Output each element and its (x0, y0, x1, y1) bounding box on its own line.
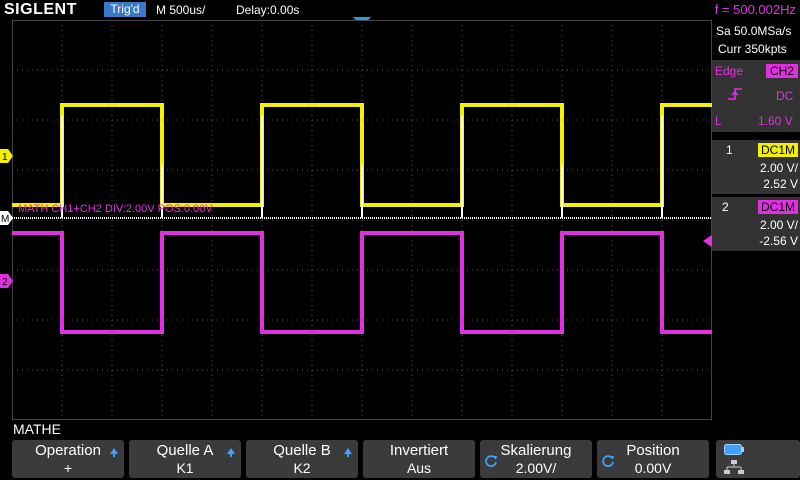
invert-label: Invertiert (389, 442, 449, 459)
sample-rate-readout: Sa 50.0MSa/s (716, 24, 792, 38)
source-a-value: K1 (176, 460, 194, 476)
ch1-marker-label: 1 (2, 152, 8, 163)
trigger-type: Edge (715, 64, 744, 78)
source-a-label: Quelle A (156, 442, 214, 459)
info-side-panel: Sa 50.0MSa/s Curr 350kpts Edge CH2 DC L … (712, 20, 800, 438)
scale-label: Skalierung (500, 442, 572, 459)
scale-value: 2.00V/ (515, 460, 557, 476)
operation-label: Operation (35, 442, 101, 459)
invert-button[interactable]: Invertiert Aus (363, 440, 475, 478)
battery-icon (724, 444, 744, 455)
trigger-mode: L (715, 114, 722, 128)
ch1-level-marker[interactable]: 1 (0, 149, 14, 163)
ch1-info-block[interactable]: 1 DC1M 2.00 V/ 2.52 V (712, 140, 800, 194)
scale-button[interactable]: Skalierung 2.00V/ (480, 440, 592, 478)
ch2-index: 2 (722, 200, 729, 214)
ch1-offset: 2.52 V (763, 177, 798, 191)
position-value: 0.00V (634, 460, 672, 476)
ch2-scale: 2.00 V/ (759, 218, 798, 232)
position-label: Position (626, 442, 680, 459)
operation-value: + (63, 460, 73, 476)
ch1-coupling-badge: DC1M (758, 143, 798, 157)
source-a-button[interactable]: Quelle A K1 (129, 440, 241, 478)
memory-depth-readout: Curr 350kpts (718, 42, 787, 56)
ch2-level-marker[interactable]: 2 (0, 274, 14, 288)
source-b-button[interactable]: Quelle B K2 (246, 440, 358, 478)
operation-button[interactable]: Operation + (12, 440, 124, 478)
waveform-grid: MATH CH1+CH2 DIV:2.00V POS:0.00V (11, 19, 713, 421)
math-info-label: MATH CH1+CH2 DIV:2.00V POS:0.00V (18, 203, 213, 215)
position-button[interactable]: Position 0.00V (597, 440, 709, 478)
arrow-up-icon (110, 448, 118, 457)
ch1-index: 1 (726, 143, 733, 157)
network-icon (724, 460, 744, 474)
math-level-marker[interactable]: M (0, 211, 14, 225)
ch2-info-block[interactable]: 2 DC1M 2.00 V/ -2.56 V (712, 197, 800, 251)
trigger-level: 1.60 V (758, 114, 793, 128)
ch1-scale: 2.00 V/ (759, 161, 798, 175)
source-b-label: Quelle B (273, 442, 331, 459)
frequency-readout: f = 500.002Hz (714, 2, 796, 17)
delay-readout: Delay:0.00s (236, 3, 300, 17)
waveform-display[interactable]: MATH CH1+CH2 DIV:2.00V POS:0.00V (11, 19, 713, 421)
menu-title: MATHE (13, 421, 61, 437)
trigger-source-badge: CH2 (766, 64, 798, 78)
arrow-up-icon (227, 448, 235, 457)
source-b-value: K2 (293, 460, 311, 476)
rising-edge-icon (728, 88, 742, 100)
ch2-marker-label: 2 (2, 277, 8, 288)
trigger-status-badge: Trig'd (104, 2, 146, 17)
trigger-info-block[interactable]: Edge CH2 DC L 1.60 V (712, 60, 800, 132)
math-marker-label: M (1, 214, 9, 225)
invert-value: Aus (406, 460, 432, 476)
status-bar: SIGLENT Trig'd M 500us/ Delay:0.00s f = … (0, 0, 800, 20)
arrow-up-icon (344, 448, 352, 457)
ch2-offset: -2.56 V (759, 234, 798, 248)
brand-logo: SIGLENT (4, 1, 77, 18)
timebase-readout: M 500us/ (156, 3, 206, 17)
status-icons-area[interactable] (716, 440, 800, 478)
ch2-coupling-badge: DC1M (758, 200, 798, 214)
trigger-coupling: DC (776, 89, 794, 103)
